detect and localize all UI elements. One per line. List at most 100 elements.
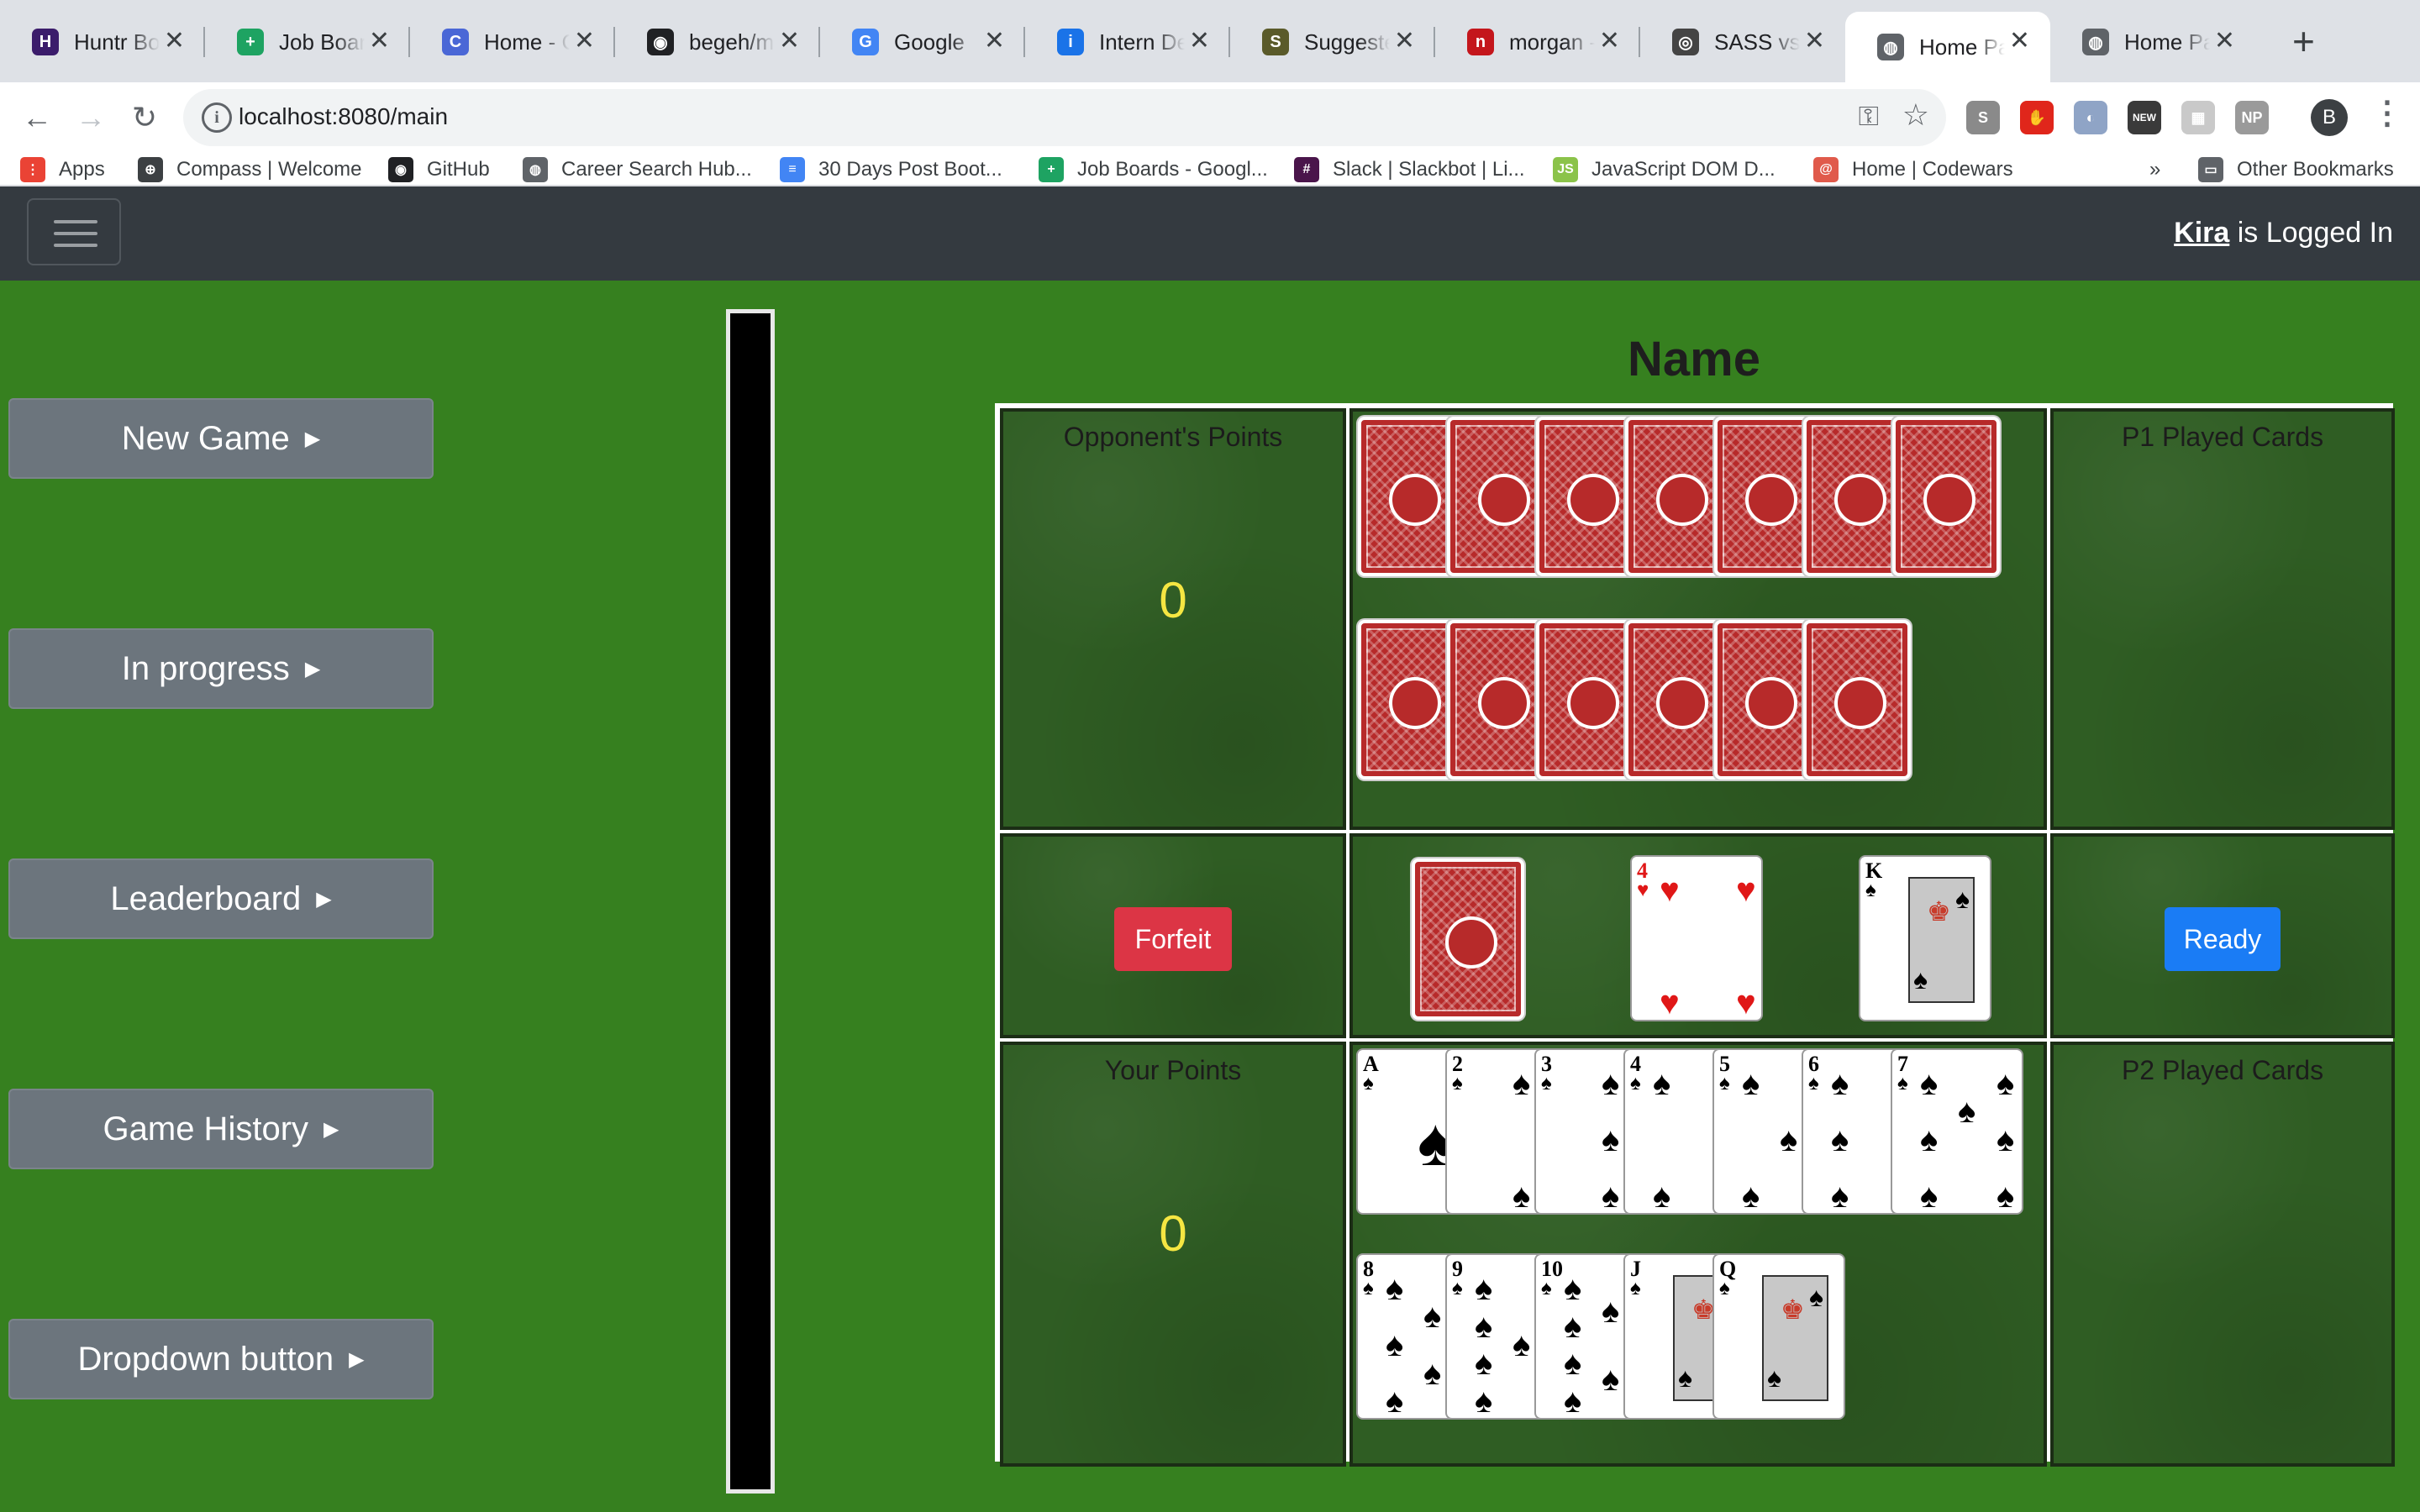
suit-pip: ♠ [1920,1121,1939,1158]
suit-pip: ♠ [1996,1121,2015,1158]
playing-card[interactable]: 7 ♠ ♠ ♠ ♠ ♠ ♠ ♠ ♠ [1891,1048,2023,1215]
sass-icon: ◎ [1672,29,1699,55]
site-info-icon[interactable]: i [202,102,232,133]
suit-pip: ♠ [1831,1178,1849,1215]
suit-pip: ♠ [1920,1178,1939,1215]
bookmark-item[interactable]: ◍ Career Search Hub... [523,153,752,186]
bookmark-item[interactable]: ◉ GitHub [388,153,490,186]
browser-tab[interactable]: n morgan - n✕ [1435,12,1640,72]
bookmark-item[interactable]: ≡ 30 Days Post Boot... [780,153,1002,186]
forfeit-button[interactable]: Forfeit [1114,907,1232,971]
in-progress-button[interactable]: In progress ▶ [8,628,434,709]
skype-icon[interactable]: S [1966,101,2000,134]
close-tab-icon[interactable]: ✕ [1394,27,1415,55]
browser-tab[interactable]: ◎ SASS vs Sc✕ [1640,12,1845,72]
suit-pip: ♠ [1653,1178,1671,1215]
suit-pip: ♠ [1742,1178,1760,1215]
browser-tab[interactable]: C Home - Ca✕ [410,12,615,72]
bookmark-label: Slack | Slackbot | Li... [1333,158,1525,181]
playing-card[interactable]: 4 ♥ ♥ ♥ ♥ ♥ [1630,855,1763,1021]
suit-pip: ♥ [1660,872,1680,909]
codewars-icon: @ [1813,157,1839,182]
morgan-icon: n [1467,29,1494,55]
p1-played-cards-cell: P1 Played Cards [2050,408,2395,830]
browser-tab[interactable]: ◍ Home Page✕ [1845,12,2050,82]
forward-icon[interactable]: → [69,96,113,139]
adblock-icon[interactable]: ✋ [2020,101,2054,134]
close-tab-icon[interactable]: ✕ [1599,27,1620,55]
playing-card[interactable]: K ♠ ♚ ♠ ♠ [1859,855,1991,1021]
puzzle-icon[interactable]: ▦ [2181,101,2215,134]
browser-tab[interactable]: ◍ Home Page✕ [2050,12,2255,72]
center-play-area: 4 ♥ ♥ ♥ ♥ ♥ K ♠ ♚ ♠ ♠ [1349,833,2047,1038]
leaderboard-button[interactable]: Leaderboard ▶ [8,858,434,939]
close-tab-icon[interactable]: ✕ [779,27,800,55]
your-points-value: 0 [1159,1205,1187,1262]
browser-menu-icon[interactable]: ⋮ [2371,94,2403,132]
browser-tab-title: Intern Dev [1099,29,1185,55]
browser-tab[interactable]: + Job Boards✕ [205,12,410,72]
address-url[interactable]: localhost:8080/main [239,103,448,130]
p1-played-cards-label: P1 Played Cards [2121,422,2324,452]
suit-pip: ♥ [1660,984,1680,1021]
hamburger-menu-icon[interactable] [27,198,121,265]
metamask-icon[interactable]: ◐ [2074,101,2107,134]
browser-tab-title: Suggested [1304,29,1390,55]
bookmarks-overflow-icon[interactable]: » [2149,153,2160,186]
sidebar-button-label: Game History [103,1110,309,1147]
browser-tab[interactable]: H Huntr Boar✕ [0,12,205,72]
browser-tab[interactable]: ◉ begeh/mul✕ [615,12,820,72]
close-tab-icon[interactable]: ✕ [984,27,1005,55]
browser-tab-title: SASS vs Sc [1714,29,1800,55]
bookmark-item[interactable]: ⋮ Apps [20,153,105,186]
address-bar[interactable]: i localhost:8080/main ⚿ ☆ [183,89,1946,146]
bookmark-star-icon[interactable]: ☆ [1902,97,1929,133]
card-suit: ♠ [1630,1072,1641,1095]
browser-tab[interactable]: S Suggested✕ [1230,12,1435,72]
other-bookmarks[interactable]: ▭ Other Bookmarks [2198,153,2394,186]
new-game-button[interactable]: New Game ▶ [8,398,434,479]
new-badge-icon[interactable]: NEW [2128,101,2161,134]
ready-button[interactable]: Ready [2165,907,2281,971]
google-icon: G [852,29,879,55]
browser-tab[interactable]: G Google ✕ [820,12,1025,72]
browser-toolbar: ← → ↻ i localhost:8080/main ⚿ ☆ B ⋮ S ✋ ◐ N… [0,82,2420,153]
browser-tab-title: Job Boards [279,29,365,55]
caret-right-icon: ▶ [349,1347,365,1371]
sheets-icon: + [237,29,264,55]
close-tab-icon[interactable]: ✕ [1804,27,1825,55]
key-icon[interactable]: ⚿ [1859,101,1879,133]
close-tab-icon[interactable]: ✕ [2214,27,2235,55]
sidebar-button-label: In progress [121,649,290,687]
royal-figure-icon: ♚ [1781,1294,1805,1325]
new-tab-icon[interactable]: + [2292,20,2315,62]
bookmark-label: Job Boards - Googl... [1077,158,1268,181]
reload-icon[interactable]: ↻ [123,96,166,139]
huntr-icon: H [32,29,59,55]
browser-tab[interactable]: i Intern Dev✕ [1025,12,1230,72]
profile-avatar[interactable]: B [2311,99,2348,136]
bookmark-item[interactable]: # Slack | Slackbot | Li... [1294,153,1525,186]
card-suit: ♠ [1363,1072,1374,1095]
close-tab-icon[interactable]: ✕ [574,27,595,55]
game-history-button[interactable]: Game History ▶ [8,1089,434,1169]
close-tab-icon[interactable]: ✕ [369,27,390,55]
close-tab-icon[interactable]: ✕ [2009,27,2030,55]
compass-icon: ⊕ [138,157,163,182]
bookmark-item[interactable]: + Job Boards - Googl... [1039,153,1268,186]
suit-pip: ♠ [1780,1121,1798,1158]
suit-pip: ♠ [1955,884,1970,914]
close-tab-icon[interactable]: ✕ [164,27,185,55]
playing-card[interactable]: Q ♠ ♚ ♠ ♠ [1712,1253,1845,1420]
bookmark-item[interactable]: @ Home | Codewars [1813,153,2013,186]
np-icon[interactable]: NP [2235,101,2269,134]
suit-pip: ♠ [1653,1065,1671,1102]
bookmark-item[interactable]: ⊕ Compass | Welcome [138,153,362,186]
dropdown-button[interactable]: Dropdown button ▶ [8,1319,434,1399]
intern-icon: i [1057,29,1084,55]
bookmark-item[interactable]: JS JavaScript DOM D... [1553,153,1776,186]
bookmark-label: JavaScript DOM D... [1591,158,1776,181]
back-icon[interactable]: ← [15,96,59,139]
username-link[interactable]: Kira [2174,217,2229,249]
close-tab-icon[interactable]: ✕ [1189,27,1210,55]
